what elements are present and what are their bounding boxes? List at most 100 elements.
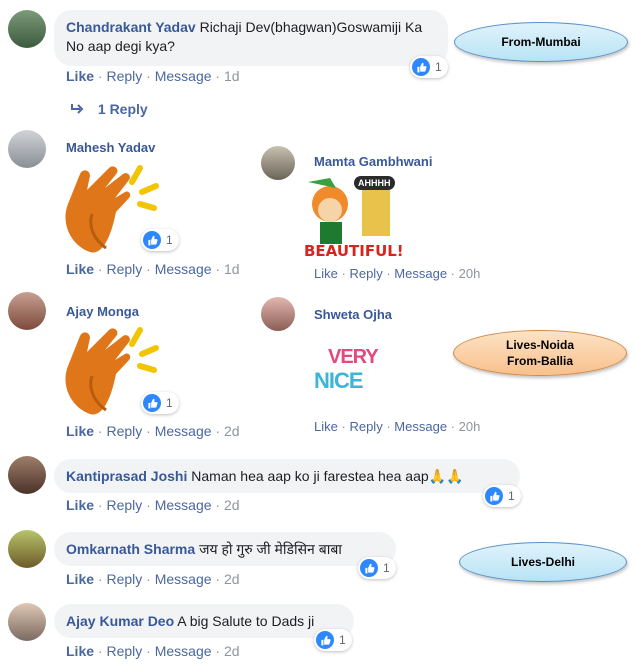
separator: · <box>450 419 456 434</box>
avatar[interactable] <box>261 146 295 180</box>
like-icon <box>316 631 334 649</box>
comment-author[interactable]: Ajay Kumar Deo <box>66 613 174 629</box>
avatar[interactable] <box>8 530 46 568</box>
callout-noida-ballia: Lives-Noida From-Ballia <box>453 330 627 376</box>
separator: · <box>146 643 151 659</box>
comment-bubble: Omkarnath Sharma जय हो गुरु जी मेडिसिन ब… <box>54 532 396 566</box>
sticker-text-top: VERY <box>328 346 379 368</box>
timestamp: 20h <box>458 419 481 434</box>
callout-text: Lives-Delhi <box>510 555 576 569</box>
reaction-count[interactable]: 1 <box>314 629 352 651</box>
reply-button[interactable]: Reply <box>349 419 382 434</box>
timestamp: 2d <box>223 497 240 513</box>
separator: · <box>97 497 103 513</box>
like-button[interactable]: Like <box>314 419 338 434</box>
avatar[interactable] <box>8 456 46 494</box>
message-button[interactable]: Message <box>155 261 212 277</box>
comment-author[interactable]: Shweta Ojha <box>314 307 392 322</box>
comment-author[interactable]: Ajay Monga <box>66 304 139 319</box>
message-button[interactable]: Message <box>394 419 447 434</box>
message-button[interactable]: Message <box>394 266 447 281</box>
very-nice-sticker: VERY NICE <box>312 344 392 404</box>
replies-count: 1 Reply <box>97 101 148 117</box>
reaction-count[interactable]: 1 <box>141 392 179 414</box>
sticker-text-bottom: NICE <box>314 368 364 393</box>
comment-author[interactable]: Chandrakant Yadav <box>66 19 196 35</box>
reaction-number: 1 <box>166 233 173 247</box>
comment-actions: Like · Reply · Message · 2d <box>66 497 240 513</box>
like-button[interactable]: Like <box>66 261 94 277</box>
message-button[interactable]: Message <box>155 571 212 587</box>
timestamp: 20h <box>458 266 481 281</box>
comment-actions: Like · Reply · Message · 1d <box>66 261 240 277</box>
comment-actions: Like · Reply · Message · 2d <box>66 571 240 587</box>
comment-text: Naman hea aap ko ji farestea hea aap🙏🙏 <box>191 468 464 484</box>
reaction-count[interactable]: 1 <box>410 56 448 78</box>
reaction-count[interactable]: 1 <box>483 485 521 507</box>
like-button[interactable]: Like <box>66 68 94 84</box>
comment-bubble: Ajay Kumar Deo A big Salute to Dads ji <box>54 604 354 638</box>
avatar[interactable] <box>8 10 46 48</box>
message-button[interactable]: Message <box>155 68 212 84</box>
reaction-number: 1 <box>508 489 515 503</box>
separator: · <box>97 643 103 659</box>
separator: · <box>386 419 391 434</box>
message-button[interactable]: Message <box>155 423 212 439</box>
reaction-count[interactable]: 1 <box>141 229 179 251</box>
comment-actions: Like · Reply · Message · 1d <box>66 68 240 84</box>
like-button[interactable]: Like <box>66 643 94 659</box>
comment-actions: Like · Reply · Message · 20h <box>314 419 480 434</box>
message-button[interactable]: Message <box>155 497 212 513</box>
timestamp: 2d <box>223 571 240 587</box>
separator: · <box>215 643 221 659</box>
reaction-number: 1 <box>435 60 442 74</box>
beautiful-sticker: AHHHH BEAUTIFUL! <box>304 176 404 264</box>
separator: · <box>341 266 346 281</box>
avatar[interactable] <box>8 603 46 641</box>
reply-button[interactable]: Reply <box>106 643 142 659</box>
comment-actions: Like · Reply · Message · 2d <box>66 643 240 659</box>
reply-button[interactable]: Reply <box>106 497 142 513</box>
callout-lives-delhi: Lives-Delhi <box>459 542 627 582</box>
reaction-count[interactable]: 1 <box>358 557 396 579</box>
separator: · <box>146 261 151 277</box>
comment-actions: Like · Reply · Message · 2d <box>66 423 240 439</box>
separator: · <box>386 266 391 281</box>
reply-button[interactable]: Reply <box>106 423 142 439</box>
like-icon <box>485 487 503 505</box>
comment-actions: Like · Reply · Message · 20h <box>314 266 480 281</box>
reply-button[interactable]: Reply <box>106 571 142 587</box>
like-icon <box>360 559 378 577</box>
like-button[interactable]: Like <box>314 266 338 281</box>
reply-button[interactable]: Reply <box>106 68 142 84</box>
timestamp: 2d <box>223 643 240 659</box>
comment-author[interactable]: Mahesh Yadav <box>66 140 155 155</box>
avatar[interactable] <box>8 130 46 168</box>
separator: · <box>215 497 221 513</box>
reply-button[interactable]: Reply <box>349 266 382 281</box>
separator: · <box>146 571 151 587</box>
comment-author[interactable]: Mamta Gambhwani <box>314 154 432 169</box>
like-icon <box>412 58 430 76</box>
comment-text: A big Salute to Dads ji <box>177 613 315 629</box>
like-button[interactable]: Like <box>66 497 94 513</box>
separator: · <box>215 423 221 439</box>
view-replies-link[interactable]: 1 Reply <box>70 101 148 117</box>
like-button[interactable]: Like <box>66 423 94 439</box>
reaction-number: 1 <box>339 633 346 647</box>
separator: · <box>450 266 456 281</box>
callout-from-mumbai: From-Mumbai <box>454 22 628 62</box>
like-button[interactable]: Like <box>66 571 94 587</box>
comment-bubble: Chandrakant Yadav Richaji Dev(bhagwan)Go… <box>54 10 448 66</box>
avatar[interactable] <box>8 292 46 330</box>
separator: · <box>97 423 103 439</box>
comment-author[interactable]: Omkarnath Sharma <box>66 541 195 557</box>
separator: · <box>97 571 103 587</box>
message-button[interactable]: Message <box>155 643 212 659</box>
reply-arrow-icon <box>71 104 84 114</box>
like-icon <box>143 231 161 249</box>
reply-button[interactable]: Reply <box>106 261 142 277</box>
like-icon <box>143 394 161 412</box>
comment-author[interactable]: Kantiprasad Joshi <box>66 468 187 484</box>
avatar[interactable] <box>261 297 295 331</box>
